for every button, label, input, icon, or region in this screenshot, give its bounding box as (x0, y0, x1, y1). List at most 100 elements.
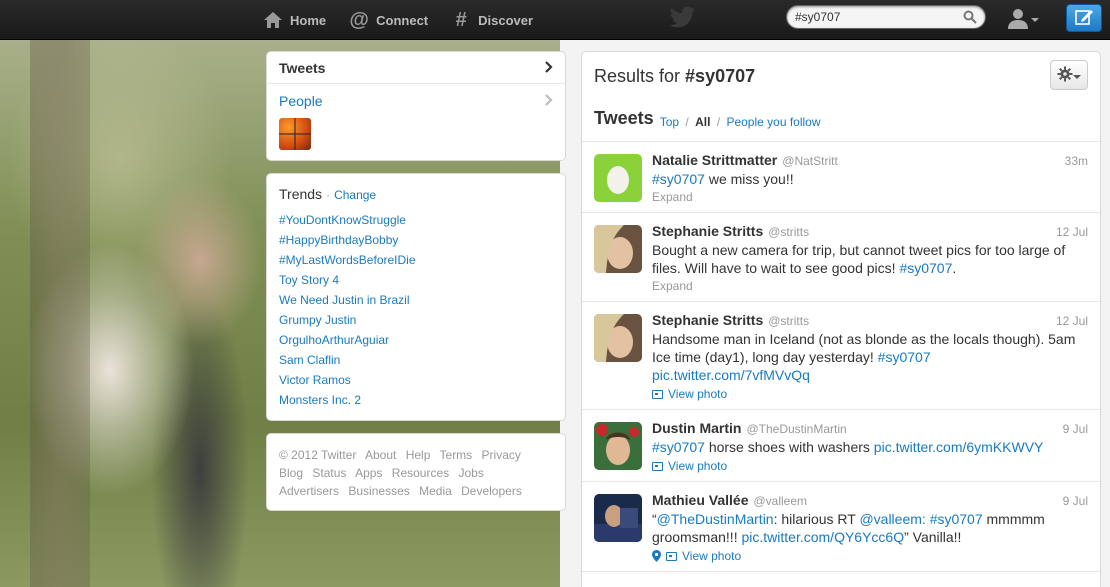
footer-link-advertisers[interactable]: Advertisers (279, 484, 339, 498)
avatar[interactable] (594, 154, 642, 202)
trend-item[interactable]: Victor Ramos (279, 370, 553, 390)
results-title: Results for #sy0707 (594, 66, 755, 87)
hashtag-link[interactable]: #sy0707 (878, 349, 931, 365)
footer-link-media[interactable]: Media (419, 484, 452, 498)
at-icon: @ (349, 8, 369, 31)
left-sidebar: Tweets People Trends · Change #YouDontKn… (266, 51, 566, 523)
tweet-author-name[interactable]: Stephanie Stritts (652, 223, 763, 239)
tab-separator: / (685, 115, 689, 129)
tweet-text: #sy0707 horse shoes with washers pic.twi… (652, 438, 1088, 456)
trend-item[interactable]: OrgulhoArthurAguiar (279, 330, 553, 350)
view-photo-label: View photo (682, 549, 742, 563)
search-input[interactable] (795, 10, 955, 24)
user-menu[interactable] (1006, 6, 1044, 32)
photo-url-link[interactable]: pic.twitter.com/7vfMVvQq (652, 367, 810, 383)
trends-change-link[interactable]: Change (334, 188, 376, 202)
search-settings-button[interactable] (1050, 60, 1088, 90)
mention-link[interactable]: @TheDustinMartin (657, 511, 774, 527)
footer-link-terms[interactable]: Terms (440, 448, 473, 462)
tweet-text-part: ” Vanilla!! (904, 529, 962, 545)
footer-line: Advertisers Businesses Media Developers (279, 482, 553, 500)
hashtag-link[interactable]: #sy0707 (899, 260, 952, 276)
tweet-author-handle[interactable]: @valleem (753, 494, 807, 508)
footer-link-help[interactable]: Help (406, 448, 431, 462)
tweet-item[interactable]: Stephanie Stritts @stritts 12 Jul Handso… (582, 302, 1100, 410)
tweet-text-part: we miss you!! (704, 171, 794, 187)
trend-item[interactable]: #MyLastWordsBeforeIDie (279, 250, 553, 270)
people-result-avatar[interactable] (279, 118, 311, 150)
tweet-text: Handsome man in Iceland (not as blonde a… (652, 330, 1088, 384)
avatar[interactable] (594, 494, 642, 542)
trend-item[interactable]: Monsters Inc. 2 (279, 390, 553, 410)
trend-item[interactable]: Toy Story 4 (279, 270, 553, 290)
view-photo-link[interactable]: View photo (652, 459, 1088, 473)
location-pin-icon (652, 550, 661, 562)
nav-discover[interactable]: # Discover (450, 0, 543, 40)
tweet-item[interactable]: Stephanie Stritts @stritts 12 Jul Bought… (582, 213, 1100, 302)
trend-item[interactable]: Sam Claflin (279, 350, 553, 370)
hashtag-link[interactable]: #sy0707 (652, 439, 705, 455)
tweet-item[interactable]: Dustin Martin @TheDustinMartin 9 Jul #sy… (582, 410, 1100, 482)
expand-link[interactable]: Expand (652, 190, 1088, 204)
trend-item[interactable]: Grumpy Justin (279, 310, 553, 330)
tweet-item[interactable]: Mathieu Vallée @valleem 9 Jul “@TheDusti… (582, 482, 1100, 572)
footer-link-status[interactable]: Status (312, 466, 346, 480)
search-icon[interactable] (963, 10, 977, 24)
search-box[interactable] (786, 5, 986, 29)
tab-top[interactable]: Top (660, 115, 679, 129)
hashtag-link[interactable]: #sy0707 (652, 171, 705, 187)
twitter-bird-icon[interactable] (669, 6, 696, 32)
nav-home[interactable]: Home (262, 0, 336, 40)
avatar[interactable] (594, 314, 642, 362)
trend-item[interactable]: #YouDontKnowStruggle (279, 210, 553, 230)
tweet-author-name[interactable]: Natalie Strittmatter (652, 152, 777, 168)
trends-separator: · (326, 188, 331, 202)
chevron-right-icon (545, 60, 553, 76)
tab-people-you-follow[interactable]: People you follow (726, 115, 820, 129)
view-photo-link[interactable]: View photo (652, 387, 1088, 401)
mention-link[interactable]: @valleem (859, 511, 921, 527)
tweet-timestamp[interactable]: 33m (1065, 154, 1088, 168)
tweet-item[interactable]: Natalie Strittmatter @NatStritt 33m #sy0… (582, 142, 1100, 213)
trend-item[interactable]: We Need Justin in Brazil (279, 290, 553, 310)
avatar[interactable] (594, 422, 642, 470)
footer-link-about[interactable]: About (365, 448, 396, 462)
avatar[interactable] (594, 225, 642, 273)
footer-link-privacy[interactable]: Privacy (482, 448, 521, 462)
nav-home-label: Home (290, 12, 327, 28)
expand-link[interactable]: Expand (652, 279, 1088, 293)
filter-people[interactable]: People (267, 84, 565, 160)
tweet-timestamp[interactable]: 9 Jul (1063, 494, 1088, 508)
photo-icon (666, 551, 677, 561)
tweet-author-handle[interactable]: @stritts (768, 314, 809, 328)
trend-item[interactable]: #HappyBirthdayBobby (279, 230, 553, 250)
view-photo-link[interactable]: View photo (652, 549, 1088, 563)
footer-link-jobs[interactable]: Jobs (458, 466, 483, 480)
photo-icon (652, 461, 663, 471)
nav-connect[interactable]: @ Connect (348, 0, 438, 40)
tweet-author-handle[interactable]: @stritts (768, 225, 809, 239)
hashtag-link[interactable]: #sy0707 (930, 511, 983, 527)
tab-all[interactable]: All (695, 115, 710, 129)
chevron-down-icon (1073, 68, 1081, 83)
tweet-author-name[interactable]: Dustin Martin (652, 420, 741, 436)
footer-link-resources[interactable]: Resources (392, 466, 449, 480)
tweet-timestamp[interactable]: 9 Jul (1063, 422, 1088, 436)
tweet-timestamp[interactable]: 12 Jul (1056, 314, 1088, 328)
photo-url-link[interactable]: pic.twitter.com/6ymKKWVY (874, 439, 1044, 455)
tweet-author-handle[interactable]: @NatStritt (782, 154, 838, 168)
hash-icon: # (455, 8, 467, 31)
footer-link-apps[interactable]: Apps (355, 466, 382, 480)
footer-link-businesses[interactable]: Businesses (348, 484, 409, 498)
footer-link-blog[interactable]: Blog (279, 466, 303, 480)
filter-tweets[interactable]: Tweets (267, 52, 565, 84)
tweet-author-handle[interactable]: @TheDustinMartin (746, 422, 846, 436)
tweet-author-name[interactable]: Stephanie Stritts (652, 312, 763, 328)
photo-url-link[interactable]: pic.twitter.com/QY6Ycc6Q (741, 529, 904, 545)
tweets-title: Tweets (594, 108, 654, 128)
compose-tweet-button[interactable] (1066, 4, 1102, 32)
tweet-timestamp[interactable]: 12 Jul (1056, 225, 1088, 239)
footer-link-developers[interactable]: Developers (461, 484, 522, 498)
filter-card: Tweets People (266, 51, 566, 161)
tweet-author-name[interactable]: Mathieu Vallée (652, 492, 748, 508)
